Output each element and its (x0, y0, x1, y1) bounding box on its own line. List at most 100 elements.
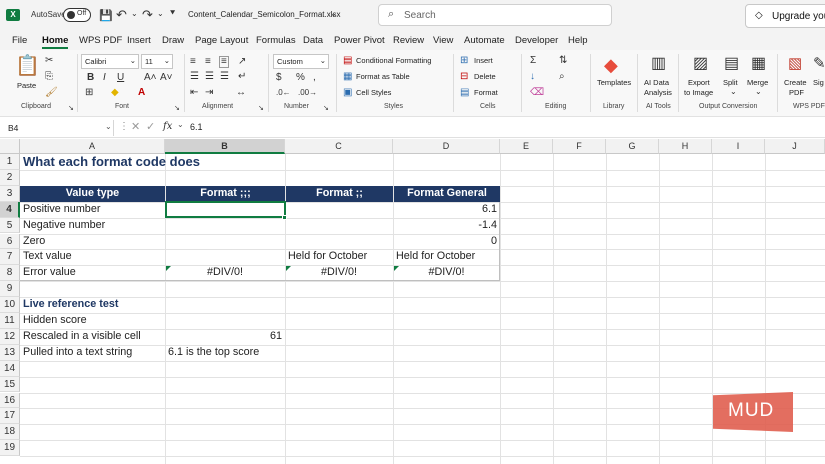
upgrade-button[interactable]: ◇ Upgrade your (745, 4, 825, 28)
cell-a8[interactable]: Error value (20, 265, 79, 281)
format-as-table-button[interactable]: Format as Table (356, 72, 410, 81)
fill-icon[interactable]: ↓ (530, 72, 535, 82)
tab-home[interactable]: Home (42, 35, 69, 49)
split-button[interactable]: Split (723, 78, 738, 87)
tab-review[interactable]: Review (393, 35, 424, 46)
font-color-icon[interactable]: A (138, 88, 145, 98)
ai-data-line2[interactable]: Analysis (644, 88, 672, 97)
cell-a11[interactable]: Hidden score (20, 313, 90, 329)
row-header-16[interactable]: 16 (0, 392, 20, 409)
column-header-g[interactable]: G (606, 139, 659, 154)
filename-chevron-icon[interactable]: ⌄ (330, 9, 337, 18)
tab-wps-pdf[interactable]: WPS PDF (79, 35, 122, 46)
align-middle-icon[interactable]: ≡ (205, 57, 211, 67)
undo-dropdown-icon[interactable]: ⌄ (131, 9, 138, 18)
row-header-5[interactable]: 5 (0, 217, 20, 234)
row-header-14[interactable]: 14 (0, 360, 20, 377)
redo-dropdown-icon[interactable]: ⌄ (157, 9, 164, 18)
sheet-title[interactable]: What each format code does (20, 154, 203, 170)
align-top-icon[interactable]: ≡ (190, 57, 196, 67)
templates-icon[interactable]: ◆ (604, 56, 618, 74)
table-header-format-general[interactable]: Format General (394, 185, 500, 202)
row-header-18[interactable]: 18 (0, 424, 20, 441)
percent-style-icon[interactable]: % (296, 73, 305, 83)
number-format-select[interactable]: Custom ⌄ (273, 54, 329, 69)
comma-style-icon[interactable]: , (313, 73, 316, 83)
tab-draw[interactable]: Draw (162, 35, 184, 46)
autosave-toggle[interactable]: Off (63, 8, 91, 22)
row-header-6[interactable]: 6 (0, 233, 20, 250)
font-name-select[interactable]: Calibri ⌄ (81, 54, 139, 69)
fill-handle[interactable] (282, 215, 287, 221)
export-line2[interactable]: to Image (684, 88, 713, 97)
row-header-19[interactable]: 19 (0, 440, 20, 457)
cell-b13[interactable]: 6.1 is the top score (165, 345, 262, 361)
export-line1[interactable]: Export (688, 78, 710, 87)
split-icon[interactable]: ▤ (724, 56, 739, 72)
row-header-9[interactable]: 9 (0, 281, 20, 298)
find-select-icon[interactable]: ⌕ (559, 72, 565, 82)
row-header-13[interactable]: 13 (0, 344, 20, 361)
column-header-c[interactable]: C (285, 139, 393, 154)
cell-d5[interactable]: -1.4 (393, 218, 500, 234)
more-icon[interactable]: ⋮ (119, 121, 129, 132)
conditional-formatting-icon[interactable]: ▤ (343, 56, 352, 66)
accounting-format-icon[interactable]: $ (276, 73, 282, 83)
align-right-icon[interactable]: ☰ (220, 72, 229, 82)
row-header-11[interactable]: 11 (0, 313, 20, 329)
number-launcher-icon[interactable]: ↘ (323, 104, 329, 114)
row-header-1[interactable]: 1 (0, 154, 20, 170)
table-header-format-triple[interactable]: Format ;;; (166, 185, 285, 202)
tab-data[interactable]: Data (303, 35, 323, 46)
clipboard-launcher-icon[interactable]: ↘ (68, 104, 74, 114)
cell-a13[interactable]: Pulled into a text string (20, 345, 135, 361)
cell-d8[interactable]: #DIV/0! (393, 265, 500, 281)
row-header-8[interactable]: 8 (0, 265, 20, 282)
tab-automate[interactable]: Automate (464, 35, 505, 46)
save-icon[interactable]: 💾 (99, 9, 113, 22)
cell-b8[interactable]: #DIV/0! (165, 265, 285, 281)
row-header-3[interactable]: 3 (0, 185, 20, 202)
insert-cells-button[interactable]: Insert (474, 56, 493, 65)
align-left-icon[interactable]: ☰ (190, 72, 199, 82)
autosum-icon[interactable]: Σ (530, 56, 536, 66)
decrease-decimal-icon[interactable]: .00→ (298, 88, 317, 98)
conditional-formatting-button[interactable]: Conditional Formatting (356, 56, 431, 65)
clear-icon[interactable]: ⌫ (530, 88, 544, 98)
section-heading[interactable]: Live reference test (20, 297, 121, 313)
decrease-font-icon[interactable]: A˅ (160, 73, 173, 83)
tab-help[interactable]: Help (568, 35, 588, 46)
merge-icon[interactable]: ▦ (751, 56, 766, 72)
sign-icon[interactable]: ✎ (813, 56, 825, 71)
row-header-15[interactable]: 15 (0, 376, 20, 393)
search-box[interactable]: ⌕ Search (378, 4, 612, 26)
orientation-icon[interactable]: ↗ (238, 57, 246, 67)
table-header-value-type[interactable]: Value type (20, 185, 165, 202)
increase-font-icon[interactable]: A˄ (144, 73, 157, 83)
ai-data-line1[interactable]: AI Data (644, 78, 669, 87)
column-header-i[interactable]: I (712, 139, 765, 154)
cell-styles-icon[interactable]: ▣ (343, 88, 352, 98)
delete-cells-icon[interactable]: ⊟ (460, 72, 468, 82)
cut-icon[interactable]: ✂ (45, 56, 53, 66)
table-header-format-double[interactable]: Format ;; (286, 185, 393, 202)
tab-formulas[interactable]: Formulas (256, 35, 296, 46)
ai-data-analysis-icon[interactable]: ▥ (651, 56, 666, 72)
merge-center-icon[interactable]: ↔ (236, 88, 246, 98)
delete-cells-button[interactable]: Delete (474, 72, 496, 81)
cell-styles-button[interactable]: Cell Styles (356, 88, 391, 97)
sort-filter-icon[interactable]: ⇅ (559, 56, 567, 66)
export-image-icon[interactable]: ▨ (693, 56, 708, 72)
column-header-d[interactable]: D (393, 139, 500, 154)
cancel-icon[interactable]: ✕ (131, 120, 140, 133)
paste-label[interactable]: Paste (17, 81, 36, 90)
column-header-e[interactable]: E (500, 139, 553, 154)
create-pdf-icon[interactable]: ▧ (788, 56, 802, 71)
insert-function-icon[interactable]: fx (163, 121, 172, 132)
chevron-down-icon[interactable]: ⌄ (730, 87, 737, 97)
undo-icon[interactable]: ↶ (116, 7, 127, 23)
align-bottom-icon[interactable]: ≡ (219, 56, 229, 68)
chevron-down-icon[interactable]: ⌄ (755, 87, 762, 97)
create-line2[interactable]: PDF (789, 88, 804, 97)
sign-button[interactable]: Sig (813, 78, 824, 87)
